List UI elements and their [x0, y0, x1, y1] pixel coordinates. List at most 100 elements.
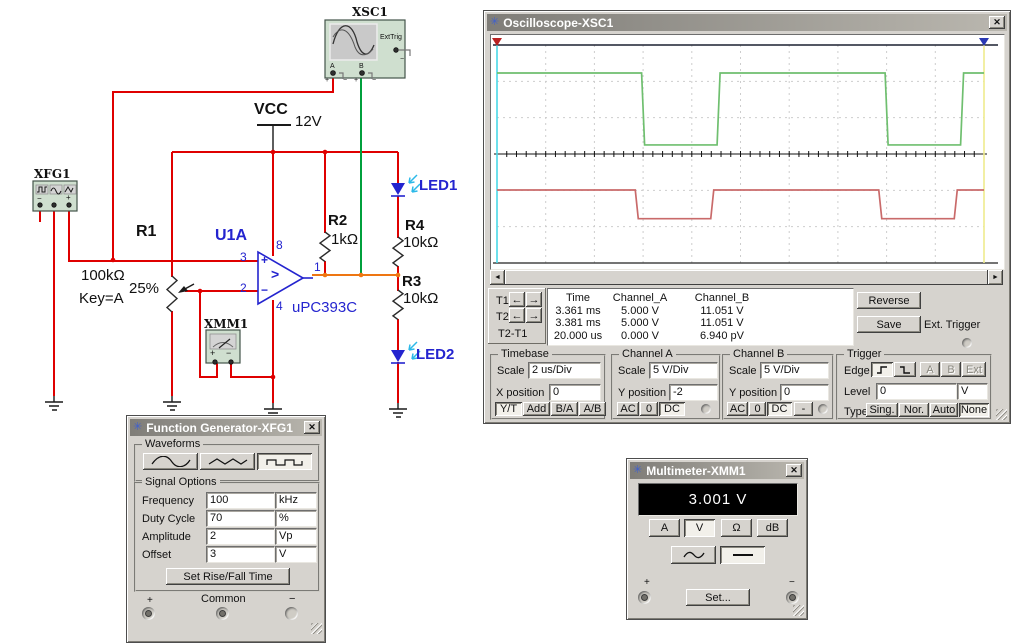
multimeter-display: 3.001 V [638, 483, 798, 516]
frequency-input[interactable]: 100 [206, 492, 275, 509]
channel-a-yposition-input[interactable]: -2 [669, 384, 718, 401]
minus-terminal-label: − [289, 593, 295, 605]
amplitude-unit[interactable]: Vp [275, 528, 317, 545]
t1-left-button[interactable]: ← [509, 292, 525, 307]
timebase-ab-button[interactable]: A/B [579, 402, 606, 416]
trigger-level-unit[interactable]: V [957, 383, 988, 400]
oscilloscope-titlebar[interactable]: ✳ Oscilloscope-XSC1 ✕ [487, 14, 1007, 31]
channel-b-dc-button[interactable]: DC [767, 402, 792, 416]
trigger-level-input[interactable]: 0 [876, 383, 957, 400]
channel-a-ac-button[interactable]: AC [617, 402, 639, 416]
trigger-type-none-button[interactable]: None [959, 403, 989, 417]
set-rise-fall-time-button[interactable]: Set Rise/Fall Time [166, 568, 290, 585]
vcc-symbol[interactable] [257, 125, 291, 152]
trigger-type-single-button[interactable]: Sing. [866, 403, 898, 417]
scrollbar-right-icon[interactable]: ► [988, 270, 1003, 285]
resistor-r2[interactable] [320, 232, 330, 262]
ampere-mode-button[interactable]: A [649, 519, 680, 537]
channel-b-terminal[interactable] [818, 404, 828, 414]
offset-input[interactable]: 3 [206, 546, 275, 563]
dc-mode-button[interactable] [720, 546, 765, 564]
reverse-button[interactable]: Reverse [857, 292, 921, 309]
t2-t1-label: T2-T1 [498, 328, 527, 340]
potentiometer-r1[interactable] [167, 276, 194, 312]
plus-terminal[interactable] [638, 591, 651, 604]
oscilloscope-scrollbar[interactable]: ◄ ► [490, 270, 1003, 285]
plus-terminal-label: + [147, 595, 153, 606]
multimeter-titlebar[interactable]: ✳ Multimeter-XMM1 ✕ [630, 462, 804, 479]
triangle-wave-button[interactable] [200, 453, 255, 470]
t1-right-button[interactable]: → [526, 292, 542, 307]
trigger-falling-edge-button[interactable] [894, 362, 916, 377]
duty-cycle-unit[interactable]: % [275, 510, 317, 527]
minus-terminal[interactable] [786, 591, 799, 604]
close-icon[interactable]: ✕ [989, 16, 1005, 29]
channel-b-yposition-input[interactable]: 0 [780, 384, 829, 401]
set-button[interactable]: Set... [686, 589, 750, 606]
t2-left-button[interactable]: ← [509, 308, 525, 323]
plus-terminal[interactable] [142, 607, 155, 620]
ext-trigger-terminal[interactable] [962, 338, 972, 348]
resize-grip[interactable] [311, 623, 322, 634]
ground-symbol[interactable] [45, 396, 407, 417]
channel-a-terminal[interactable] [701, 404, 711, 414]
channel-b-invert-button[interactable]: - [794, 402, 813, 416]
timebase-ba-button[interactable]: B/A [551, 402, 578, 416]
save-button[interactable]: Save [857, 316, 921, 333]
led2[interactable] [391, 342, 420, 363]
trigger-type-normal-button[interactable]: Nor. [899, 403, 929, 417]
channel-a-yposition-label: Y position [618, 387, 666, 399]
trigger-rising-edge-button[interactable] [871, 362, 893, 377]
trigger-source-a-button[interactable]: A [920, 362, 940, 377]
duty-cycle-label: Duty Cycle [142, 513, 195, 525]
comparator-u1a[interactable] [258, 252, 313, 304]
channel-a-dc-button[interactable]: DC [659, 402, 685, 416]
channel-a-scale-input[interactable]: 5 V/Div [649, 362, 718, 379]
oscilloscope-icon[interactable] [325, 20, 410, 79]
channel-b-ac-button[interactable]: AC [727, 402, 748, 416]
trigger-source-ext-button[interactable]: Ext [962, 362, 986, 377]
scrollbar-thumb[interactable] [505, 270, 988, 285]
trigger-level-label: Level [844, 386, 870, 398]
frequency-unit[interactable]: kHz [275, 492, 317, 509]
function-generator-icon[interactable] [33, 181, 77, 211]
timebase-add-button[interactable]: Add [523, 402, 550, 416]
multimeter-icon[interactable] [206, 330, 240, 364]
timebase-xposition-input[interactable]: 0 [549, 384, 601, 401]
resize-grip[interactable] [996, 409, 1007, 420]
channel-a-zero-button[interactable]: 0 [640, 402, 658, 416]
channel-b-scale-input[interactable]: 5 V/Div [760, 362, 829, 379]
function-generator-titlebar[interactable]: ✳ Function Generator-XFG1 ✕ [130, 419, 322, 436]
volt-mode-button[interactable]: V [684, 519, 715, 537]
multisim-app-icon: ✳ [133, 422, 142, 433]
decibel-mode-button[interactable]: dB [757, 519, 788, 537]
trigger-group: Trigger Edge A B Ext Level 0 V Type Sing… [836, 354, 992, 420]
scrollbar-left-icon[interactable]: ◄ [490, 270, 505, 285]
readout-delta-channel-a: 0.000 V [600, 330, 680, 342]
resize-grip[interactable] [793, 605, 804, 616]
ohm-mode-button[interactable]: Ω [721, 519, 752, 537]
close-icon[interactable]: ✕ [304, 421, 320, 434]
trigger-source-b-button[interactable]: B [941, 362, 961, 377]
square-wave-button[interactable] [257, 453, 312, 470]
trigger-type-auto-button[interactable]: Auto [930, 403, 958, 417]
resistor-r4[interactable] [393, 237, 403, 267]
common-terminal[interactable] [216, 607, 229, 620]
sine-wave-button[interactable] [143, 453, 198, 470]
ac-mode-button[interactable] [671, 546, 716, 564]
close-icon[interactable]: ✕ [786, 464, 802, 477]
readout-t2-channel-b: 11.051 V [682, 317, 762, 329]
channel-a-legend: Channel A [619, 348, 676, 360]
minus-terminal-label: − [789, 577, 795, 588]
led1[interactable] [391, 175, 420, 196]
amplitude-input[interactable]: 2 [206, 528, 275, 545]
t2-right-button[interactable]: → [526, 308, 542, 323]
resistor-r3[interactable] [393, 290, 403, 320]
timebase-yt-button[interactable]: Y/T [495, 402, 522, 416]
minus-terminal[interactable] [285, 607, 298, 620]
duty-cycle-input[interactable]: 70 [206, 510, 275, 527]
offset-unit[interactable]: V [275, 546, 317, 563]
trigger-type-label: Type [844, 406, 868, 418]
timebase-scale-input[interactable]: 2 us/Div [528, 362, 601, 379]
channel-b-zero-button[interactable]: 0 [749, 402, 766, 416]
